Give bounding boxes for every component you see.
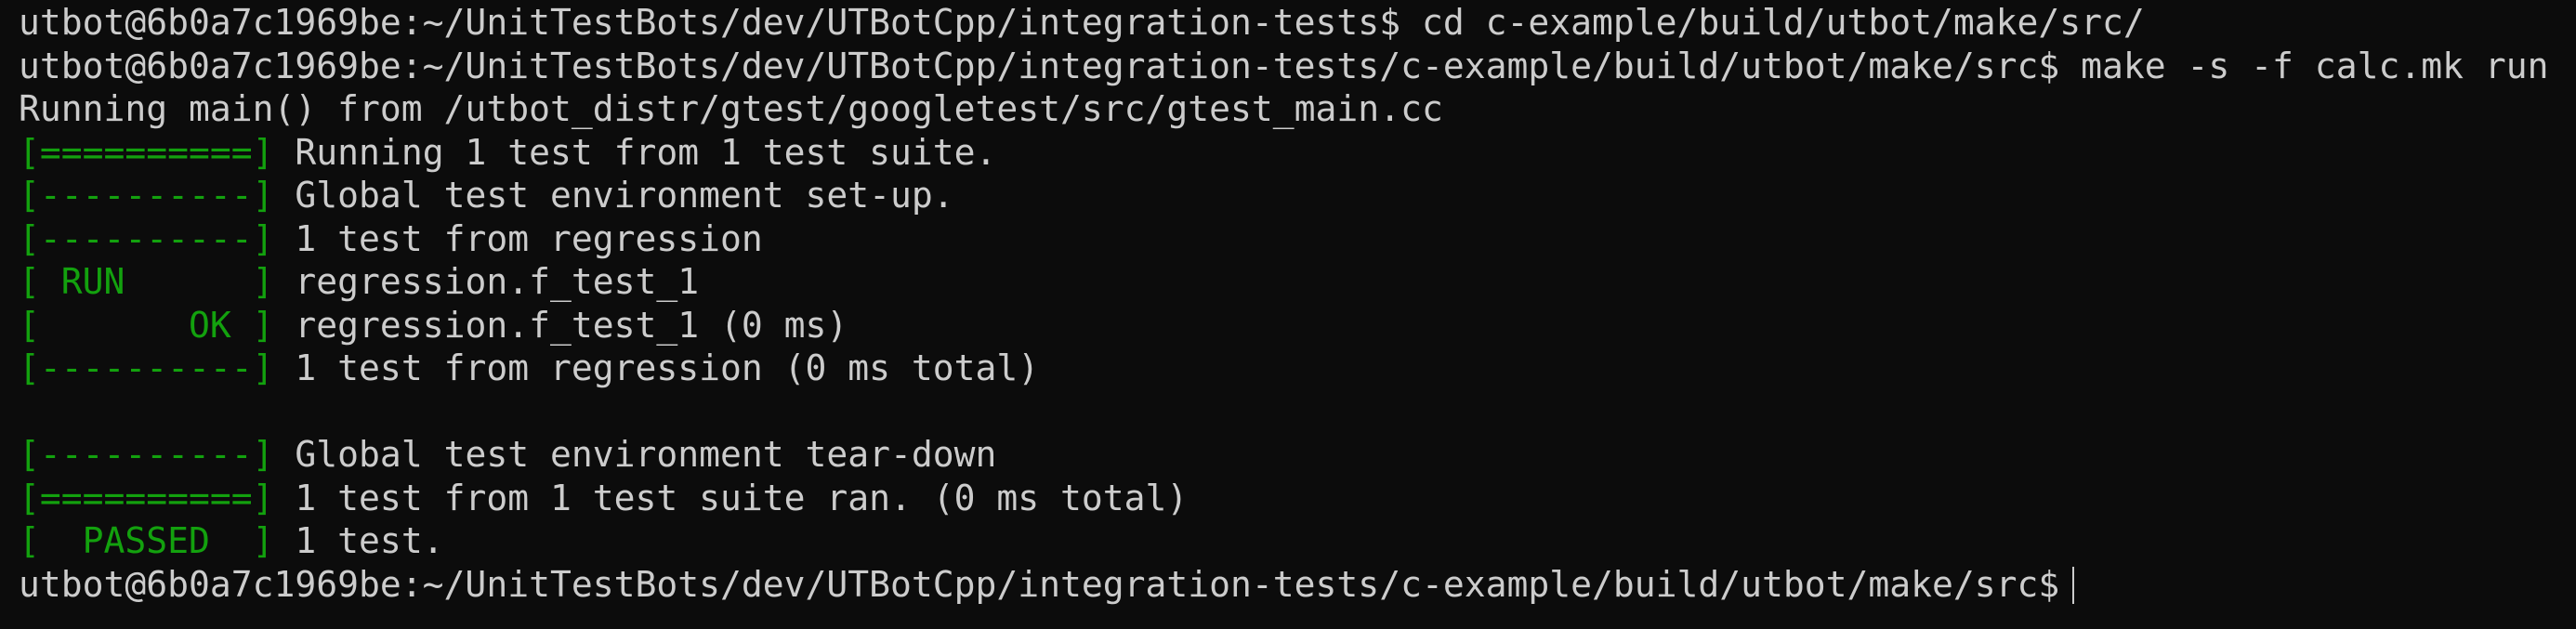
terminal-window[interactable]: utbot@6b0a7c1969be:~/UnitTestBots/dev/UT… [0, 0, 2576, 629]
line-text: 1 test. [273, 520, 444, 561]
line-text: 1 test from regression (0 ms total) [273, 347, 1040, 388]
gtest-tag: [ PASSED ] [19, 520, 274, 561]
terminal-line: Running main() from /utbot_distr/gtest/g… [19, 87, 2576, 131]
terminal-line: [ RUN ] regression.f_test_1 [19, 260, 2576, 304]
terminal-line: utbot@6b0a7c1969be:~/UnitTestBots/dev/UT… [19, 1, 2576, 45]
line-text: 1 test from regression [273, 217, 763, 259]
prompt-line[interactable]: utbot@6b0a7c1969be:~/UnitTestBots/dev/UT… [19, 563, 2576, 607]
line-text: Global test environment set-up. [273, 175, 954, 216]
line-text: regression.f_test_1 [273, 261, 700, 302]
terminal-line: [----------] 1 test from regression (0 m… [19, 347, 2576, 390]
gtest-tag: [ RUN ] [19, 261, 274, 302]
gtest-tag: [----------] [19, 434, 274, 475]
terminal-line: [==========] Running 1 test from 1 test … [19, 131, 2576, 175]
terminal-line: [ PASSED ] 1 test. [19, 519, 2576, 563]
gtest-tag: [==========] [19, 131, 274, 173]
line-text: utbot@6b0a7c1969be:~/UnitTestBots/dev/UT… [19, 45, 2549, 86]
line-text: regression.f_test_1 (0 ms) [273, 304, 848, 346]
gtest-tag: [----------] [19, 217, 274, 259]
gtest-tag: [----------] [19, 175, 274, 216]
line-text: Running main() from /utbot_distr/gtest/g… [19, 88, 1443, 129]
line-text: Running 1 test from 1 test suite. [273, 131, 997, 173]
terminal-line: [----------] Global test environment set… [19, 174, 2576, 217]
terminal-line: [==========] 1 test from 1 test suite ra… [19, 477, 2576, 520]
shell-prompt: utbot@6b0a7c1969be:~/UnitTestBots/dev/UT… [19, 563, 2060, 605]
text-cursor [2072, 566, 2075, 604]
terminal-line: utbot@6b0a7c1969be:~/UnitTestBots/dev/UT… [19, 45, 2576, 88]
terminal-line: [ OK ] regression.f_test_1 (0 ms) [19, 304, 2576, 347]
gtest-tag: [==========] [19, 477, 274, 518]
terminal-line: [----------] Global test environment tea… [19, 433, 2576, 477]
gtest-tag: [----------] [19, 347, 274, 388]
terminal-line: [----------] 1 test from regression [19, 217, 2576, 261]
gtest-tag: [ OK ] [19, 304, 274, 346]
line-text: Global test environment tear-down [273, 434, 997, 475]
line-text: 1 test from 1 test suite ran. (0 ms tota… [273, 477, 1189, 518]
line-text: utbot@6b0a7c1969be:~/UnitTestBots/dev/UT… [19, 2, 2145, 43]
